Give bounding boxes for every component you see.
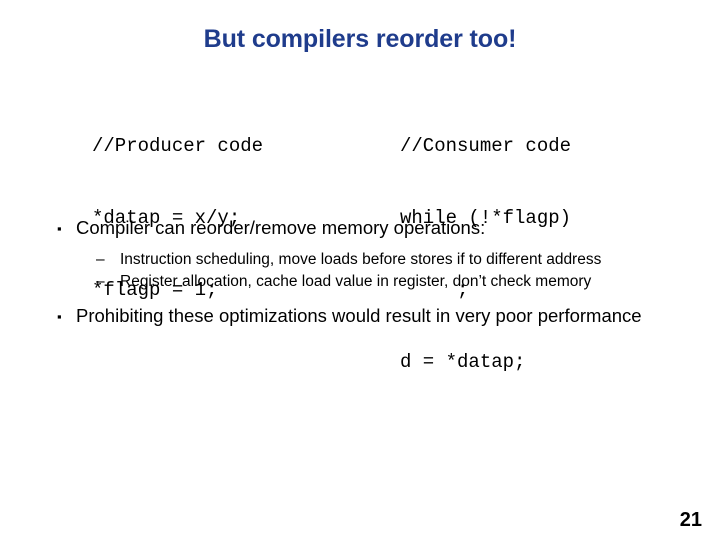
bullet-item-instruction-scheduling: – Instruction scheduling, move loads bef… bbox=[0, 250, 720, 270]
code-sample-block: //Producer code *datap = x/y; *flagp = 1… bbox=[0, 86, 720, 373]
bullet-item-label: Register allocation, cache load value in… bbox=[120, 273, 592, 290]
bullet-item-label: Instruction scheduling, move loads befor… bbox=[120, 251, 602, 268]
bullet-item-label: Prohibiting these optimizations would re… bbox=[76, 305, 642, 326]
bullet-item-compiler-reorder: ▪ Compiler can reorder/remove memory ope… bbox=[0, 216, 720, 240]
consumer-code-line-0: //Consumer code bbox=[400, 135, 572, 157]
producer-code-line-0: //Producer code bbox=[92, 135, 264, 157]
bullet-item-register-allocation: – Register allocation, cache load value … bbox=[0, 272, 720, 292]
bullet-list: ▪ Compiler can reorder/remove memory ope… bbox=[0, 216, 720, 334]
page-title: But compilers reorder too! bbox=[203, 25, 517, 53]
bullet-item-prohibiting-optimizations: ▪ Prohibiting these optimizations would … bbox=[0, 304, 720, 328]
dash-bullet-icon: – bbox=[96, 251, 105, 268]
slide: But compilers reorder too! //Producer co… bbox=[0, 0, 720, 540]
consumer-code-line-3: d = *datap; bbox=[400, 351, 526, 373]
square-bullet-icon: ▪ bbox=[57, 221, 62, 236]
bullet-item-label: Compiler can reorder/remove memory opera… bbox=[76, 217, 486, 238]
square-bullet-icon: ▪ bbox=[57, 309, 62, 324]
page-number: 21 bbox=[679, 509, 702, 531]
dash-bullet-icon: – bbox=[96, 273, 105, 290]
